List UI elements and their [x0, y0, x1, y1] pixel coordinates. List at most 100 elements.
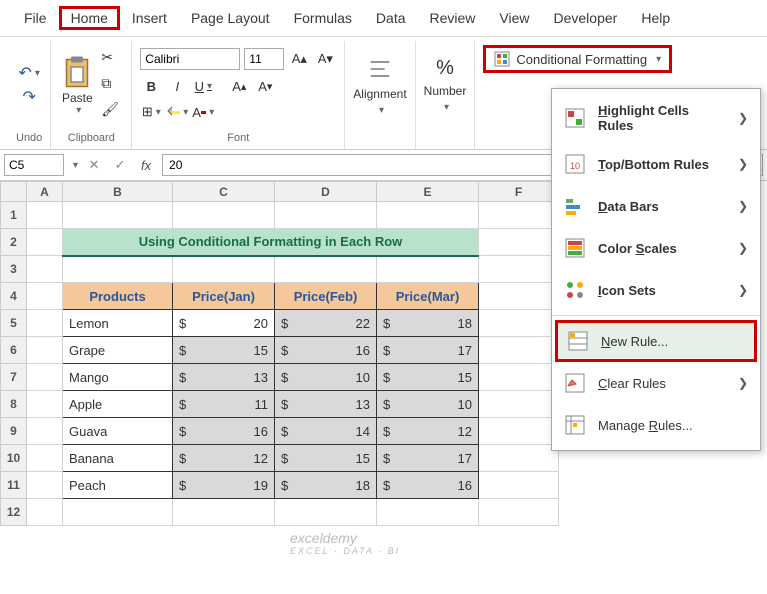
price-cell[interactable]: $15	[377, 364, 479, 391]
row-header[interactable]: 11	[1, 472, 27, 499]
fill-color-button[interactable]: ▾	[166, 102, 188, 122]
select-all-corner[interactable]	[1, 182, 27, 202]
decrease-font-button[interactable]: A▾	[254, 76, 276, 96]
price-cell[interactable]: $17	[377, 337, 479, 364]
empty-cell[interactable]	[275, 202, 377, 229]
menu-page-layout[interactable]: Page Layout	[179, 6, 282, 30]
number-button[interactable]: % Number ▾	[424, 57, 467, 113]
row-header[interactable]: 12	[1, 499, 27, 526]
row-header[interactable]: 1	[1, 202, 27, 229]
price-cell[interactable]: $13	[173, 364, 275, 391]
price-cell[interactable]: $18	[275, 472, 377, 499]
italic-button[interactable]: I	[166, 76, 188, 96]
empty-cell[interactable]	[27, 256, 63, 283]
empty-cell[interactable]	[479, 202, 559, 229]
row-header[interactable]: 5	[1, 310, 27, 337]
undo-button[interactable]: ↶▾	[17, 63, 41, 83]
empty-cell[interactable]	[377, 256, 479, 283]
empty-cell[interactable]	[63, 256, 173, 283]
cf-menu-data-bars[interactable]: Data Bars❯	[552, 185, 760, 227]
cf-menu-top-bottom-rules[interactable]: 10Top/Bottom Rules❯	[552, 143, 760, 185]
empty-cell[interactable]	[377, 202, 479, 229]
cf-menu-manage-rules[interactable]: Manage Rules...	[552, 404, 760, 446]
empty-cell[interactable]	[27, 202, 63, 229]
table-header[interactable]: Price(Jan)	[173, 283, 275, 310]
empty-cell[interactable]	[275, 499, 377, 526]
menu-review[interactable]: Review	[418, 6, 488, 30]
cf-menu-icon-sets[interactable]: Icon Sets❯	[552, 269, 760, 311]
row-header[interactable]: 7	[1, 364, 27, 391]
format-painter-button[interactable]: 🖌	[101, 101, 123, 121]
name-box[interactable]	[4, 154, 64, 176]
font-color-button[interactable]: A▾	[192, 102, 214, 122]
price-cell[interactable]: $15	[275, 445, 377, 472]
col-header[interactable]: C	[173, 182, 275, 202]
price-cell[interactable]: $15	[173, 337, 275, 364]
font-size-select[interactable]	[244, 48, 284, 70]
empty-cell[interactable]	[377, 499, 479, 526]
empty-cell[interactable]	[479, 256, 559, 283]
product-cell[interactable]: Apple	[63, 391, 173, 418]
conditional-formatting-button[interactable]: Conditional Formatting ▾	[483, 45, 672, 73]
empty-cell[interactable]	[173, 499, 275, 526]
empty-cell[interactable]	[63, 499, 173, 526]
menu-home[interactable]: Home	[59, 6, 120, 30]
product-cell[interactable]: Lemon	[63, 310, 173, 337]
cf-menu-color-scales[interactable]: Color Scales❯	[552, 227, 760, 269]
table-header[interactable]: Price(Feb)	[275, 283, 377, 310]
menu-insert[interactable]: Insert	[120, 6, 179, 30]
font-name-select[interactable]	[140, 48, 240, 70]
confirm-edit-button[interactable]: ✓	[110, 157, 130, 173]
col-header[interactable]: F	[479, 182, 559, 202]
menu-data[interactable]: Data	[364, 6, 418, 30]
price-cell[interactable]: $13	[275, 391, 377, 418]
empty-cell[interactable]	[275, 256, 377, 283]
product-cell[interactable]: Guava	[63, 418, 173, 445]
cancel-edit-button[interactable]: ✕	[84, 157, 104, 173]
underline-button[interactable]: U▾	[192, 76, 214, 96]
row-header[interactable]: 2	[1, 229, 27, 256]
redo-button[interactable]: ↷	[17, 87, 41, 107]
cut-button[interactable]: ✂	[101, 49, 123, 69]
cf-menu-new-rule[interactable]: New Rule...	[555, 320, 757, 362]
price-cell[interactable]: $11	[173, 391, 275, 418]
increase-font-button[interactable]: A▴	[228, 76, 250, 96]
grow-font-button[interactable]: A▴	[288, 49, 310, 69]
col-header[interactable]: A	[27, 182, 63, 202]
col-header[interactable]: E	[377, 182, 479, 202]
menu-formulas[interactable]: Formulas	[282, 6, 364, 30]
table-header[interactable]: Price(Mar)	[377, 283, 479, 310]
price-cell[interactable]: $12	[377, 418, 479, 445]
price-cell[interactable]: $16	[377, 472, 479, 499]
cf-menu-clear-rules[interactable]: Clear Rules❯	[552, 362, 760, 404]
col-header[interactable]: D	[275, 182, 377, 202]
row-header[interactable]: 3	[1, 256, 27, 283]
copy-button[interactable]: ⧉	[101, 75, 123, 95]
price-cell[interactable]: $19	[173, 472, 275, 499]
product-cell[interactable]: Grape	[63, 337, 173, 364]
row-header[interactable]: 9	[1, 418, 27, 445]
menu-developer[interactable]: Developer	[542, 6, 630, 30]
product-cell[interactable]: Banana	[63, 445, 173, 472]
price-cell[interactable]: $16	[275, 337, 377, 364]
col-header[interactable]: B	[63, 182, 173, 202]
borders-button[interactable]: ⊞▾	[140, 102, 162, 122]
empty-cell[interactable]	[479, 499, 559, 526]
product-cell[interactable]: Mango	[63, 364, 173, 391]
cf-menu-highlight-cells-rules[interactable]: Highlight Cells Rules❯	[552, 93, 760, 143]
price-cell[interactable]: $18	[377, 310, 479, 337]
alignment-button[interactable]: Alignment ▾	[353, 55, 406, 116]
row-header[interactable]: 8	[1, 391, 27, 418]
paste-button[interactable]: Paste ▾	[59, 55, 95, 116]
price-cell[interactable]: $16	[173, 418, 275, 445]
price-cell[interactable]: $14	[275, 418, 377, 445]
empty-cell[interactable]	[173, 256, 275, 283]
price-cell[interactable]: $20	[173, 310, 275, 337]
table-header[interactable]: Products	[63, 283, 173, 310]
row-header[interactable]: 6	[1, 337, 27, 364]
price-cell[interactable]: $22	[275, 310, 377, 337]
price-cell[interactable]: $10	[377, 391, 479, 418]
fx-button[interactable]: fx	[136, 158, 156, 173]
empty-cell[interactable]	[27, 499, 63, 526]
price-cell[interactable]: $10	[275, 364, 377, 391]
